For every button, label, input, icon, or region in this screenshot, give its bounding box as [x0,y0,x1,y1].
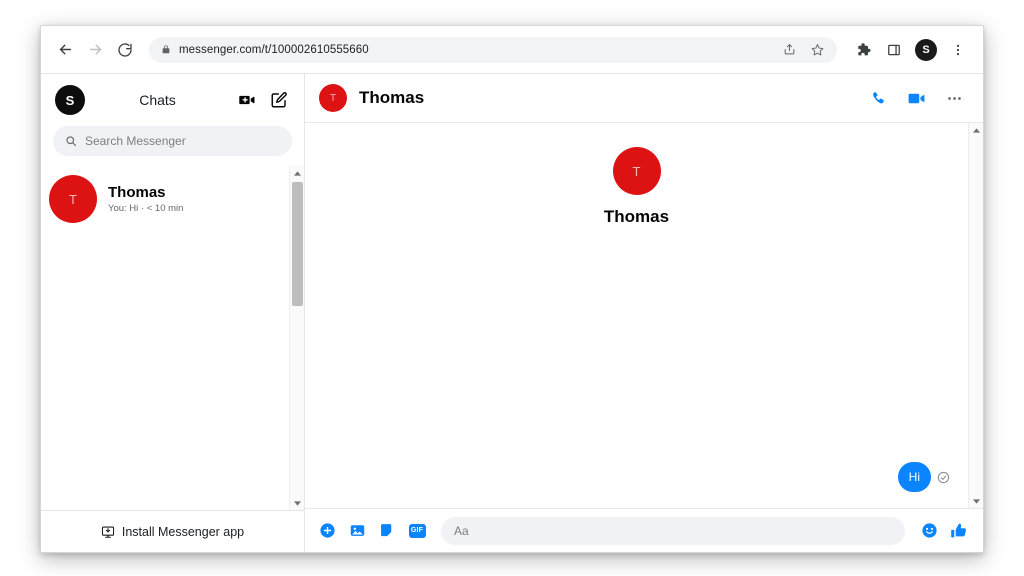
message-composer: GIF [305,508,983,552]
list-item[interactable]: T Thomas You: Hi · < 10 min [41,168,289,230]
message-input-container[interactable] [441,516,905,545]
scroll-up-icon[interactable] [969,123,984,137]
scroll-down-icon[interactable] [969,494,984,508]
install-label: Install Messenger app [121,524,245,539]
photo-icon[interactable] [347,521,367,541]
message-sent-status-icon [937,471,950,484]
chat-list-scrollbar[interactable] [289,166,304,510]
chat-meta: Thomas You: Hi · < 10 min [108,184,279,215]
profile-avatar-large[interactable]: T [612,147,661,195]
profile-name: Thomas [603,207,670,226]
emoji-icon[interactable] [919,521,939,541]
browser-profile-avatar[interactable]: S [915,38,937,61]
user-avatar[interactable]: S [55,85,85,115]
message-area-scrollbar[interactable] [968,123,983,508]
chats-sidebar: S Chats Search Messenger T Thomas You: H… [41,74,305,552]
scrollbar-track[interactable] [969,137,984,494]
lock-icon [161,44,171,55]
scrollbar-thumb[interactable] [291,182,303,306]
search-input[interactable] [85,134,280,148]
thread-name[interactable]: Thomas [359,88,853,108]
chats-title: Chats [139,92,176,108]
gif-icon[interactable]: GIF [407,521,427,541]
scroll-down-icon[interactable] [290,496,305,510]
avatar: T [49,175,97,223]
chat-snippet: You: Hi · < 10 min [108,203,184,215]
audio-call-icon[interactable] [865,85,891,111]
reload-icon[interactable] [111,36,139,64]
forward-icon[interactable] [81,36,109,64]
thread-panel: T Thomas T Thomas Hi GIF Aa [305,74,983,552]
message-row: Hi [897,462,950,492]
extensions-puzzle-icon[interactable] [850,37,876,63]
thread-header: T Thomas [305,74,983,123]
install-messenger-app-button[interactable]: Install Messenger app [41,510,304,552]
message-input[interactable] [454,523,892,538]
sticker-icon[interactable] [377,521,397,541]
chrome-menu-icon[interactable] [945,37,971,63]
thread-body-wrapper: T Thomas Hi [305,123,983,508]
gif-badge: GIF [408,523,426,538]
side-panel-icon[interactable] [881,37,907,63]
search-icon [65,135,77,147]
chat-list: T Thomas You: Hi · < 10 min [41,166,289,510]
thread-avatar[interactable]: T [319,84,347,112]
message-bubble-outgoing[interactable]: Hi [897,462,931,492]
add-attachment-icon[interactable] [317,521,337,541]
scroll-up-icon[interactable] [290,166,305,180]
search-box[interactable] [53,126,292,156]
message-area: T Thomas Hi [305,123,968,508]
browser-window: messenger.com/t/100002610555660 S S Chat… [40,25,984,553]
url-text: messenger.com/t/100002610555660 [179,43,369,56]
search-container [41,126,304,166]
browser-toolbar: messenger.com/t/100002610555660 S [41,26,983,74]
install-monitor-icon [101,525,115,539]
bookmark-star-icon[interactable] [807,40,827,60]
share-icon[interactable] [779,40,799,60]
chats-header: S Chats [41,74,304,126]
address-bar[interactable]: messenger.com/t/100002610555660 [149,36,837,63]
new-message-icon[interactable] [268,89,290,111]
video-call-icon[interactable] [903,85,929,111]
new-video-call-icon[interactable] [236,89,258,111]
page-content: S Chats Search Messenger T Thomas You: H… [41,74,983,552]
conversation-info-icon[interactable] [941,85,967,111]
chat-name: Thomas [108,183,166,201]
scrollbar-track[interactable] [290,180,305,496]
thumbs-up-icon[interactable] [949,521,969,541]
chat-list-wrapper: T Thomas You: Hi · < 10 min [41,166,304,510]
back-icon[interactable] [51,36,79,64]
thread-profile-block: T Thomas [305,147,968,227]
